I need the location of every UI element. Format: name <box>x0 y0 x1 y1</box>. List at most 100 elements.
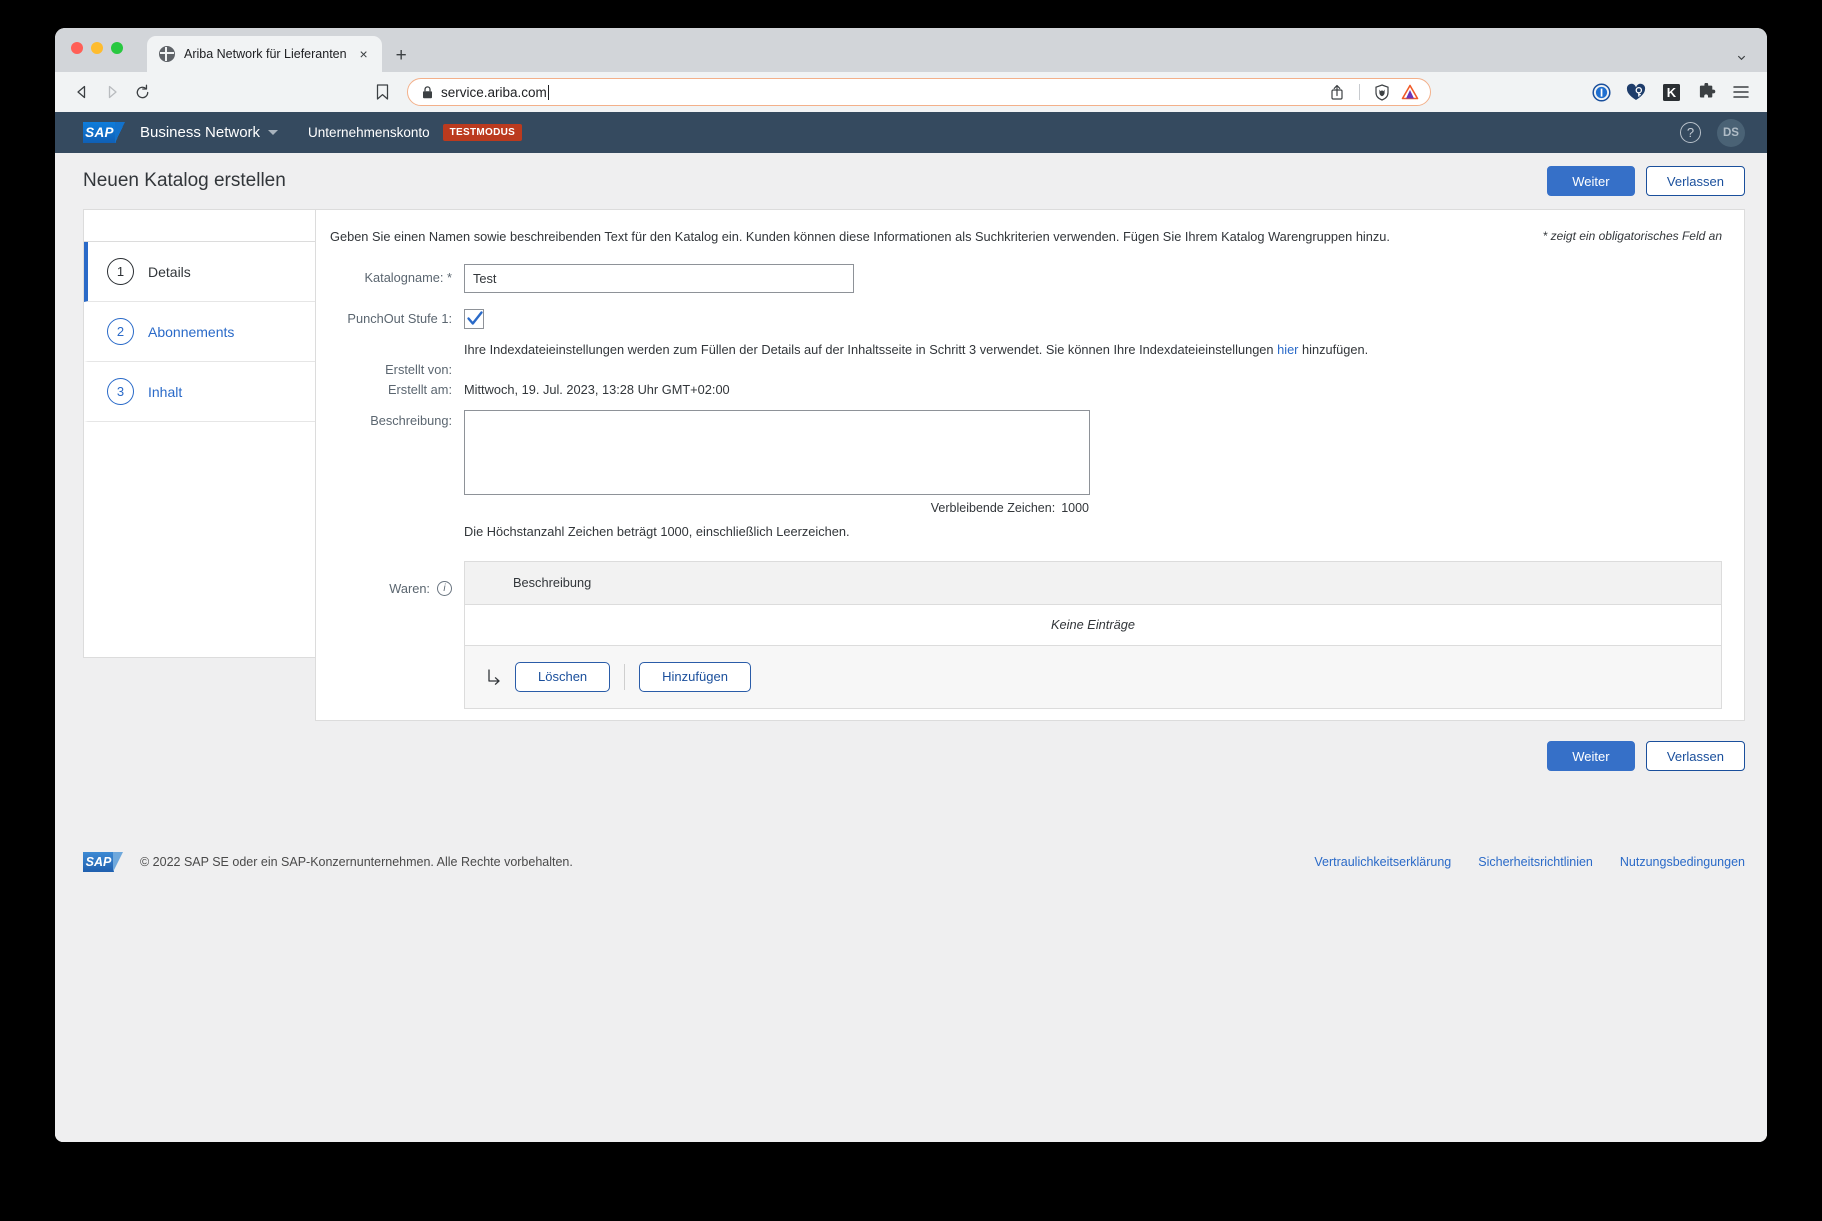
verlassen-button-bottom[interactable]: Verlassen <box>1645 741 1745 771</box>
catalog-name-label-text: Katalogname: <box>364 269 444 285</box>
sap-logo-icon[interactable]: SAP <box>83 122 125 143</box>
description-label: Beschreibung: <box>370 412 452 428</box>
sidebar-item-label: Abonnements <box>148 323 235 340</box>
chevron-down-icon[interactable] <box>1736 52 1747 63</box>
forward-icon <box>97 77 127 107</box>
address-bar[interactable]: service.ariba.com <box>407 78 1431 106</box>
wizard-sidebar-header <box>84 210 315 242</box>
browser-tab-title: Ariba Network für Lieferanten <box>184 47 347 61</box>
index-note-text-before: Ihre Indexdateieinstellungen werden zum … <box>464 341 1278 357</box>
back-icon[interactable] <box>67 77 97 107</box>
bookmark-icon[interactable] <box>371 81 393 103</box>
info-icon[interactable]: i <box>437 580 452 596</box>
catalog-name-label: Katalogname: * <box>330 264 464 285</box>
page-actions-bottom: Weiter Verlassen <box>55 721 1767 771</box>
punchout-row: PunchOut Stufe 1: <box>330 308 1722 329</box>
index-note-text-after: hinzufügen. <box>1298 341 1369 357</box>
sidebar-item-details[interactable]: 1 Details <box>84 242 315 302</box>
table-column-header: Beschreibung <box>465 561 1721 605</box>
sap-app-header: SAP Business Network Unternehmenskonto T… <box>55 112 1767 153</box>
minimize-window-button[interactable] <box>91 42 103 54</box>
new-tab-button[interactable]: + <box>396 46 407 65</box>
browser-window: Ariba Network für Lieferanten × + servic… <box>55 28 1767 1142</box>
chevron-down-icon[interactable] <box>268 130 279 135</box>
step-number-badge: 2 <box>107 318 134 345</box>
waren-label-text: Waren: <box>389 580 430 596</box>
keepass-icon[interactable]: K <box>1661 82 1681 102</box>
wizard-sidebar-filler <box>84 422 315 657</box>
account-type-label: Unternehmenskonto <box>308 125 430 140</box>
created-by-label: Erstellt von: <box>385 361 452 377</box>
status-badge: TESTMODUS <box>442 124 523 141</box>
chars-remaining-label: Verbleibende Zeichen: <box>930 500 1056 515</box>
page-title-bar: Neuen Katalog erstellen Weiter Verlassen <box>55 153 1767 209</box>
share-icon[interactable] <box>1327 82 1347 102</box>
close-icon[interactable]: × <box>356 47 372 61</box>
weiter-button-top[interactable]: Weiter <box>1546 166 1635 196</box>
chars-remaining-value: 1000 <box>1061 500 1089 515</box>
1password-icon[interactable] <box>1591 82 1611 102</box>
waren-label: Waren: i <box>330 561 464 596</box>
heart-key-icon[interactable] <box>1626 82 1646 102</box>
intro-row: Geben Sie einen Namen sowie beschreibend… <box>330 228 1722 247</box>
browser-extensions-area: K <box>1591 82 1753 102</box>
toolbar-divider <box>1359 84 1360 100</box>
footer-link-terms[interactable]: Nutzungsbedingungen <box>1620 855 1745 869</box>
delete-button[interactable]: Löschen <box>515 661 611 692</box>
chars-remaining-counter: Verbleibende Zeichen: 1000 <box>464 501 1090 515</box>
header-actions: ? DS <box>1680 118 1745 147</box>
extensions-puzzle-icon[interactable] <box>1696 82 1716 102</box>
brave-rewards-triangle-icon[interactable] <box>1400 82 1420 102</box>
intro-instruction-text: Geben Sie einen Namen sowie beschreibend… <box>330 229 1390 244</box>
window-traffic-lights <box>71 42 123 54</box>
waren-table: Beschreibung Keine Einträge Löschen Hinz… <box>464 560 1722 709</box>
max-chars-note: Die Höchstanzahl Zeichen beträgt 1000, e… <box>464 523 850 539</box>
index-settings-link[interactable]: hier <box>1277 342 1298 357</box>
copyright-text: © 2022 SAP SE oder ein SAP-Konzernuntern… <box>140 855 573 869</box>
maximize-window-button[interactable] <box>111 42 123 54</box>
close-window-button[interactable] <box>71 42 83 54</box>
catalog-name-input[interactable] <box>464 263 854 293</box>
page-footer: SAP © 2022 SAP SE oder ein SAP-Konzernun… <box>55 845 1767 879</box>
weiter-button-bottom[interactable]: Weiter <box>1546 741 1635 771</box>
browser-toolbar: service.ariba.com K <box>55 72 1767 112</box>
action-divider <box>624 663 626 690</box>
reload-icon[interactable] <box>127 77 157 107</box>
page-actions-top: Weiter Verlassen <box>1546 166 1745 196</box>
avatar[interactable]: DS <box>1717 118 1745 147</box>
url-text: service.ariba.com <box>441 84 549 100</box>
created-at-value: Mittwoch, 19. Jul. 2023, 13:28 Uhr GMT+0… <box>464 381 730 397</box>
add-button[interactable]: Hinzufügen <box>639 661 751 692</box>
step-number-badge: 3 <box>107 378 134 405</box>
sidebar-item-label: Details <box>148 263 191 280</box>
main-area: 1 Details 2 Abonnements 3 Inhalt Geben S… <box>55 209 1767 721</box>
browser-tab[interactable]: Ariba Network für Lieferanten × <box>147 36 382 72</box>
svg-text:K: K <box>1666 85 1676 100</box>
footer-links: Vertraulichkeitserklärung Sicherheitsric… <box>1314 855 1745 869</box>
brave-shields-icon[interactable] <box>1372 82 1392 102</box>
sidebar-item-abonnements[interactable]: 2 Abonnements <box>84 302 315 362</box>
footer-link-security[interactable]: Sicherheitsrichtlinien <box>1478 855 1593 869</box>
sap-footer-logo-text: SAP <box>85 855 112 869</box>
sidebar-item-inhalt[interactable]: 3 Inhalt <box>84 362 315 422</box>
created-at-label: Erstellt am: <box>388 381 452 397</box>
wizard-steps-sidebar: 1 Details 2 Abonnements 3 Inhalt <box>83 209 315 658</box>
catalog-name-row: Katalogname: * <box>330 263 1722 293</box>
corner-arrow-icon <box>488 668 500 685</box>
created-by-row: Erstellt von: <box>330 362 1722 377</box>
punchout-checkbox[interactable] <box>464 308 484 329</box>
footer-link-privacy[interactable]: Vertraulichkeitserklärung <box>1314 855 1451 869</box>
description-textarea[interactable] <box>464 409 1090 495</box>
app-name-label: Business Network <box>140 124 261 141</box>
table-empty-message: Keine Einträge <box>465 604 1721 646</box>
index-settings-note: Ihre Indexdateieinstellungen werden zum … <box>330 342 1722 357</box>
globe-icon <box>159 46 175 62</box>
lock-icon <box>423 85 432 98</box>
sap-footer-logo-icon: SAP <box>83 852 123 872</box>
browser-menu-icon[interactable] <box>1731 82 1751 102</box>
table-action-bar: Löschen Hinzufügen <box>465 645 1721 709</box>
help-icon[interactable]: ? <box>1680 122 1701 143</box>
verlassen-button-top[interactable]: Verlassen <box>1645 166 1745 196</box>
page-viewport: SAP Business Network Unternehmenskonto T… <box>55 112 1767 1142</box>
description-column: Verbleibende Zeichen: 1000 <box>464 409 1090 515</box>
